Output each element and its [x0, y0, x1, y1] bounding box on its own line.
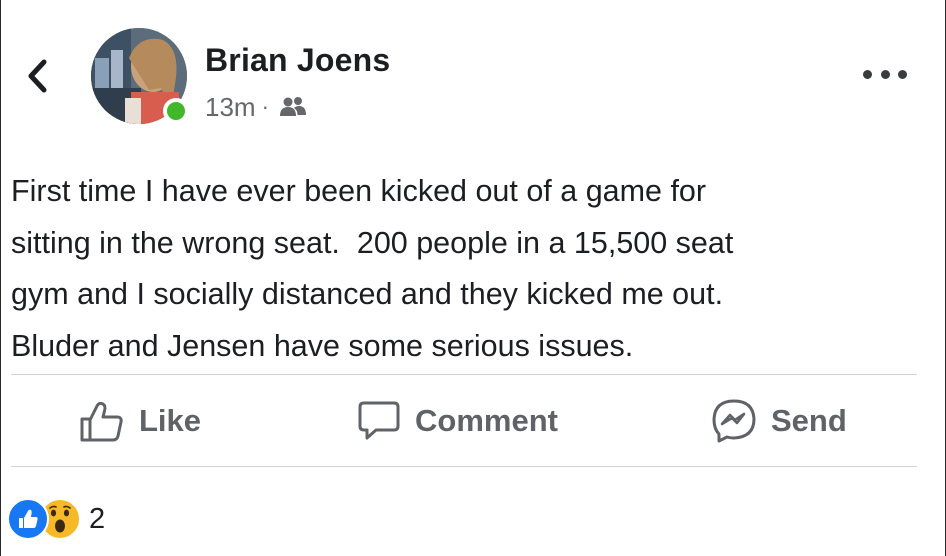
more-options-button[interactable] [863, 62, 907, 86]
send-button[interactable]: Send [711, 375, 847, 466]
comment-icon [358, 401, 400, 439]
post-header: Brian Joens 13m · [1, 0, 946, 140]
like-reaction-icon [7, 498, 49, 540]
online-status-indicator [163, 98, 189, 124]
chevron-left-icon [28, 59, 47, 93]
friends-icon[interactable] [279, 96, 307, 118]
post-actions-bar: Like Comment Send [1, 375, 946, 466]
author-name[interactable]: Brian Joens [205, 42, 390, 79]
like-button[interactable]: Like [79, 375, 201, 466]
messenger-icon [712, 399, 756, 442]
author-avatar[interactable] [91, 28, 189, 124]
more-horizontal-icon [863, 69, 872, 79]
meta-separator: · [261, 94, 269, 119]
reaction-count: 2 [89, 502, 106, 535]
more-horizontal-icon [898, 69, 907, 79]
post-text: First time I have ever been kicked out o… [11, 174, 734, 363]
back-button[interactable] [19, 56, 55, 96]
post-timestamp[interactable]: 13m [205, 92, 256, 123]
comment-label: Comment [415, 402, 558, 438]
thumbs-up-icon [80, 401, 123, 441]
send-label: Send [771, 402, 847, 438]
post-meta: 13m · [205, 90, 307, 124]
reactions-summary[interactable]: 2 [7, 496, 105, 542]
comment-button[interactable]: Comment [357, 375, 558, 466]
more-horizontal-icon [880, 69, 890, 79]
like-label: Like [139, 402, 202, 438]
divider [11, 466, 917, 467]
